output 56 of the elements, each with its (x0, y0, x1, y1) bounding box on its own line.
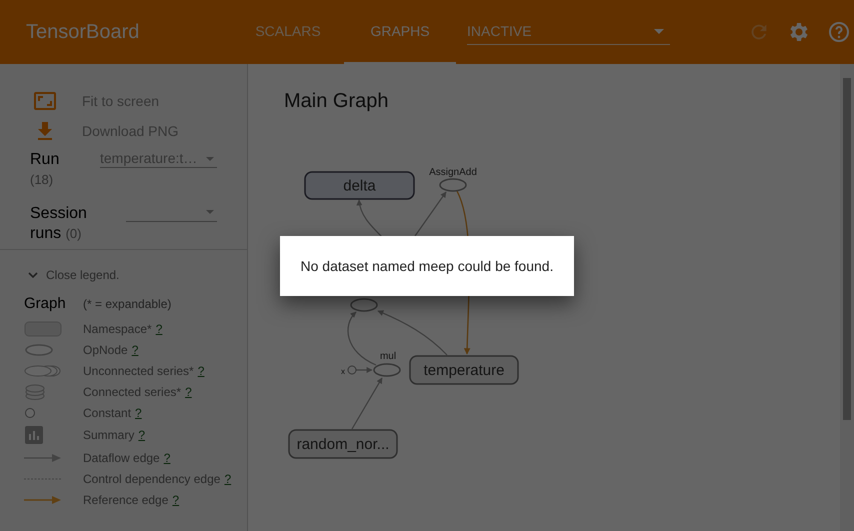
caret-icon (206, 156, 214, 160)
edge-arrow (356, 199, 384, 238)
node-label: AssignAdd (429, 167, 477, 178)
opnode-icon (25, 344, 53, 356)
op-node[interactable] (350, 298, 378, 312)
scrollbar-thumb[interactable] (843, 78, 851, 420)
help-link[interactable]: ? (135, 404, 142, 422)
help-link[interactable]: ? (185, 382, 192, 400)
legend-label: OpNode (83, 342, 128, 358)
reference-edge-icon (24, 496, 61, 504)
legend-title: Graph (24, 294, 67, 314)
op-node[interactable] (373, 363, 401, 377)
help-link[interactable]: ? (156, 320, 162, 338)
unconnected-series-icon (24, 364, 61, 376)
summary-icon (25, 426, 43, 444)
chevron-icon (28, 272, 38, 278)
dialog-message: No dataset named meep could be found. (300, 256, 554, 276)
node-label: x (341, 367, 345, 376)
legend-label: Unconnected series* (83, 362, 194, 380)
help-link[interactable]: ? (138, 426, 146, 444)
graph-title: Main Graph (284, 89, 388, 114)
legend-label: Dataflow edge (83, 450, 160, 466)
dataflow-edge-icon (24, 454, 61, 462)
help-link[interactable]: ? (224, 470, 232, 488)
fit-screen-icon (32, 89, 58, 113)
legend-label: Control dependency edge (83, 470, 220, 488)
legend-label: Summary (83, 427, 134, 444)
caret-icon (206, 210, 214, 214)
app-title: TensorBoard (26, 20, 140, 45)
node-label: mul (380, 351, 396, 362)
graph-node[interactable]: delta (304, 171, 415, 200)
legend-label: Constant (83, 404, 132, 422)
help-link[interactable]: ? (172, 490, 180, 508)
legend-note: (* = expandable) (83, 296, 172, 313)
constant-node[interactable] (348, 366, 356, 374)
edge-arrow (351, 377, 383, 430)
legend-label: Connected series* (83, 384, 182, 400)
caret-icon (654, 29, 664, 34)
legend-toggle[interactable]: Close legend. (28, 266, 120, 284)
tab[interactable]: SCALARS (232, 0, 344, 64)
help-link[interactable]: ? (164, 448, 170, 466)
help-icon[interactable] (827, 20, 851, 44)
graph-node[interactable]: random_nor... (288, 429, 398, 459)
legend-label: Namespace* (83, 320, 152, 338)
graph-node[interactable]: temperature (409, 355, 519, 385)
help-link[interactable]: ? (198, 362, 204, 380)
legend-label: Reference edge (83, 492, 168, 508)
field-label: Run (30, 150, 60, 170)
run-dropdown[interactable]: INACTIVE (467, 19, 670, 45)
connected-series-icon (25, 384, 45, 400)
constant-icon (25, 408, 35, 418)
edge-arrow (414, 192, 446, 236)
op-node[interactable] (439, 178, 467, 192)
help-link[interactable]: ? (132, 340, 138, 358)
tab[interactable]: GRAPHS (344, 0, 456, 64)
scrollbar[interactable] (840, 64, 854, 531)
